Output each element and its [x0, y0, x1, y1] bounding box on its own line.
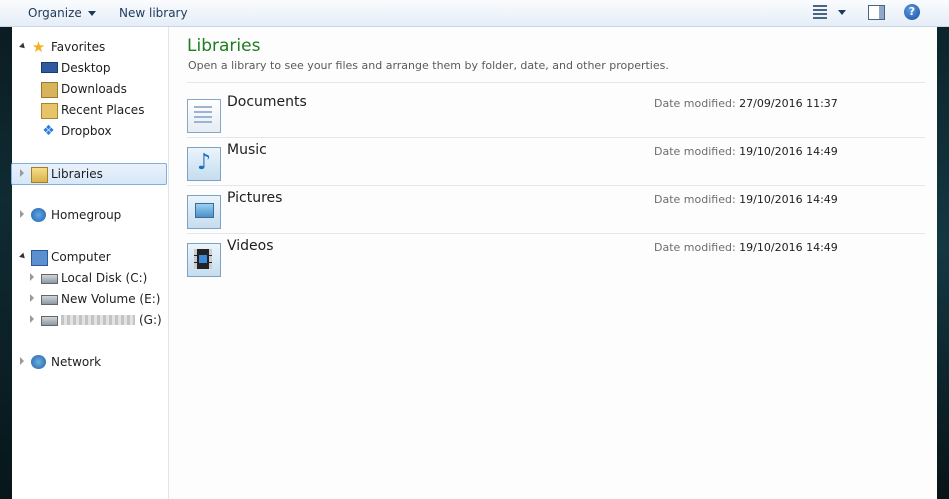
dropbox-icon: ❖	[42, 123, 55, 139]
nav-favorites-label: Favorites	[51, 40, 106, 54]
date-modified-key: Date modified:	[654, 193, 736, 206]
nav-item-label: New Volume (E:)	[61, 292, 161, 306]
removable-drive-icon	[41, 316, 58, 326]
recent-places-icon	[41, 103, 58, 119]
library-name: Videos	[227, 238, 274, 254]
nav-item-dropbox[interactable]: ❖ Dropbox	[12, 121, 168, 141]
nav-libraries[interactable]: Libraries	[11, 163, 167, 185]
nav-item-label: Local Disk (C:)	[61, 271, 148, 285]
desktop-background-right	[937, 0, 949, 499]
library-item-music[interactable]: ♪ Music Date modified: 19/10/2016 14:49	[187, 139, 925, 183]
nav-item-local-disk-c[interactable]: Local Disk (C:)	[12, 268, 168, 288]
library-date-modified: Date modified: 19/10/2016 14:49	[654, 193, 838, 206]
collapsed-arrow-icon[interactable]	[30, 273, 34, 281]
expanded-arrow-icon[interactable]	[19, 252, 27, 261]
nav-computer-label: Computer	[51, 250, 111, 264]
command-bar: Organize New library ?	[0, 0, 949, 27]
libraries-icon	[31, 167, 48, 183]
nav-item-label: Recent Places	[61, 103, 145, 117]
network-icon	[31, 355, 46, 369]
library-name: Pictures	[227, 190, 283, 206]
star-icon: ★	[31, 38, 46, 56]
library-name: Music	[227, 142, 267, 158]
library-name: Documents	[227, 94, 307, 110]
date-modified-key: Date modified:	[654, 241, 736, 254]
chevron-down-icon	[87, 11, 96, 16]
collapsed-arrow-icon[interactable]	[20, 169, 24, 177]
divider	[187, 233, 925, 234]
preview-pane-icon[interactable]	[868, 5, 885, 20]
nav-libraries-label: Libraries	[51, 167, 103, 181]
date-modified-value: 19/10/2016 14:49	[739, 193, 838, 206]
nav-item-recent-places[interactable]: Recent Places	[12, 100, 168, 120]
nav-homegroup[interactable]: Homegroup	[12, 205, 168, 225]
nav-network[interactable]: Network	[12, 352, 168, 372]
documents-library-icon	[187, 99, 221, 133]
nav-item-desktop[interactable]: Desktop	[12, 58, 168, 78]
page-subtitle: Open a library to see your files and arr…	[188, 59, 669, 72]
local-disk-icon	[41, 274, 58, 284]
organize-label: Organize	[28, 6, 82, 20]
page-title: Libraries	[187, 36, 261, 56]
nav-item-downloads[interactable]: Downloads	[12, 79, 168, 99]
desktop-background-left	[0, 0, 12, 499]
computer-icon	[31, 250, 48, 266]
divider	[187, 137, 925, 138]
divider	[187, 82, 925, 83]
homegroup-icon	[31, 208, 46, 222]
library-date-modified: Date modified: 19/10/2016 14:49	[654, 145, 838, 158]
help-icon[interactable]: ?	[904, 4, 920, 20]
library-item-pictures[interactable]: Pictures Date modified: 19/10/2016 14:49	[187, 187, 925, 231]
nav-item-label: Downloads	[61, 82, 127, 96]
nav-item-new-volume-e[interactable]: New Volume (E:)	[12, 289, 168, 309]
nav-item-drive-g[interactable]: (G:)	[12, 310, 168, 330]
navigation-pane: ★ Favorites Desktop Downloads Recent Pla…	[11, 27, 169, 499]
date-modified-value: 19/10/2016 14:49	[739, 145, 838, 158]
nav-favorites[interactable]: ★ Favorites	[12, 37, 168, 57]
library-date-modified: Date modified: 27/09/2016 11:37	[654, 97, 838, 110]
nav-computer[interactable]: Computer	[12, 247, 168, 267]
view-options-chevron-icon[interactable]	[838, 10, 846, 15]
collapsed-arrow-icon[interactable]	[20, 210, 24, 218]
videos-library-icon	[187, 243, 221, 277]
nav-homegroup-label: Homegroup	[51, 208, 122, 222]
date-modified-value: 19/10/2016 14:49	[739, 241, 838, 254]
divider	[187, 185, 925, 186]
redacted-drive-name	[61, 315, 135, 325]
nav-item-label: Dropbox	[61, 124, 112, 138]
collapsed-arrow-icon[interactable]	[30, 315, 34, 323]
change-view-icon[interactable]	[813, 5, 827, 19]
library-item-videos[interactable]: Videos Date modified: 19/10/2016 14:49	[187, 235, 925, 279]
nav-item-label: (G:)	[139, 313, 162, 327]
collapsed-arrow-icon[interactable]	[30, 294, 34, 302]
pictures-library-icon	[187, 195, 221, 229]
date-modified-key: Date modified:	[654, 145, 736, 158]
expanded-arrow-icon[interactable]	[19, 42, 27, 51]
new-library-button[interactable]: New library	[119, 5, 188, 21]
library-date-modified: Date modified: 19/10/2016 14:49	[654, 241, 838, 254]
collapsed-arrow-icon[interactable]	[20, 357, 24, 365]
date-modified-value: 27/09/2016 11:37	[739, 97, 838, 110]
downloads-icon	[41, 82, 58, 98]
music-library-icon: ♪	[187, 147, 221, 181]
nav-network-label: Network	[51, 355, 102, 369]
library-item-documents[interactable]: Documents Date modified: 27/09/2016 11:3…	[187, 91, 925, 135]
desktop-icon	[41, 62, 58, 73]
organize-button[interactable]: Organize	[28, 5, 96, 21]
drive-icon	[41, 295, 58, 305]
date-modified-key: Date modified:	[654, 97, 736, 110]
nav-item-label: Desktop	[61, 61, 111, 75]
content-pane: Libraries Open a library to see your fil…	[169, 27, 937, 499]
